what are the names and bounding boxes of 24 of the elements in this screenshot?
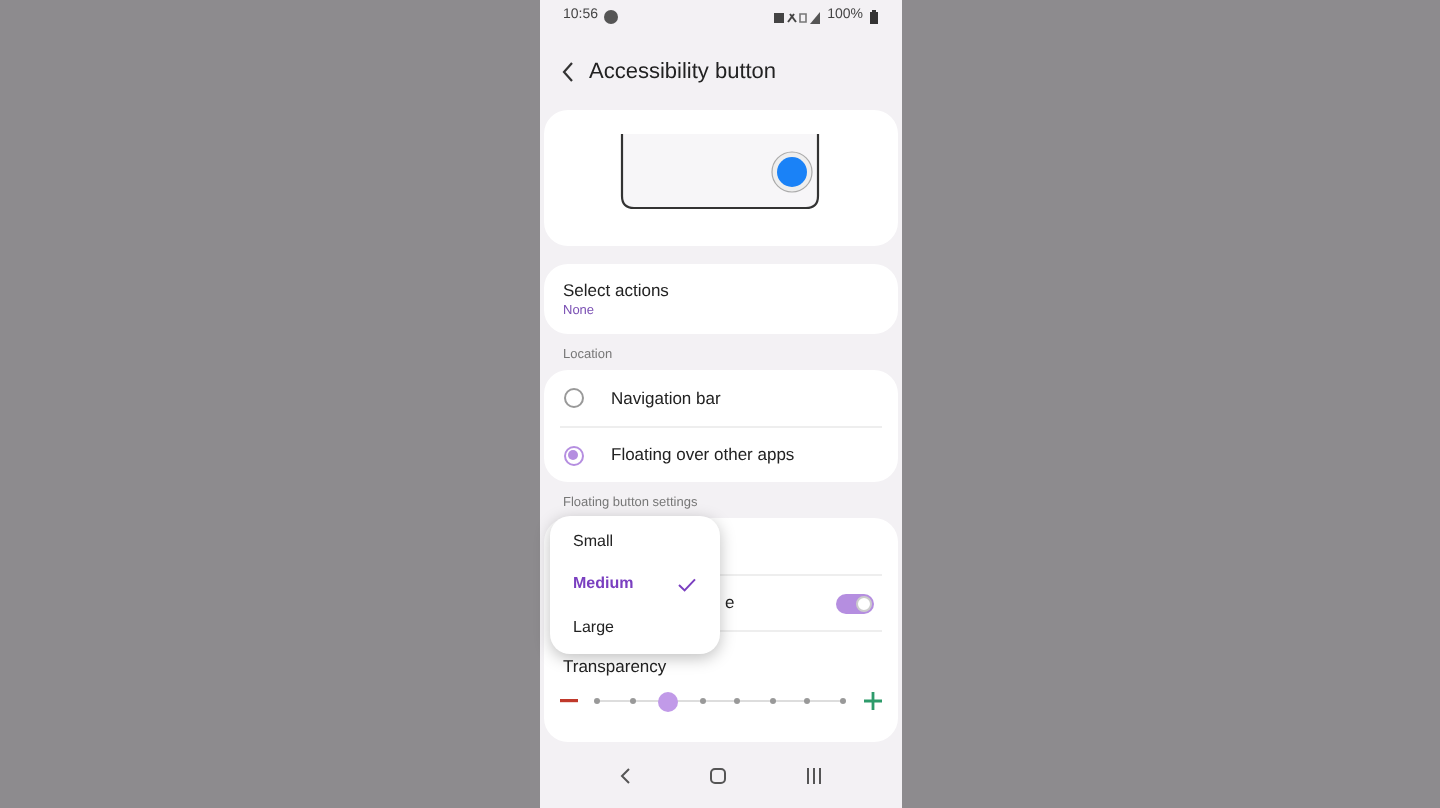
menu-item[interactable]: Medium: [549, 566, 719, 603]
page-title: Accessibility button: [589, 57, 777, 88]
home-nav-icon[interactable]: [709, 767, 725, 783]
plus-icon[interactable]: [863, 692, 881, 711]
radio-button[interactable]: [563, 445, 583, 465]
radio-button[interactable]: [563, 388, 583, 408]
setting-label: Transparency: [563, 654, 667, 680]
item-title: Select actions: [563, 279, 671, 301]
recents-nav-icon[interactable]: [805, 767, 821, 783]
menu-item[interactable]: Large: [549, 610, 719, 647]
minus-icon[interactable]: [559, 698, 577, 705]
option-label: Floating over other apps: [611, 442, 795, 468]
checkmark-icon: [677, 577, 695, 592]
back-icon[interactable]: [561, 62, 573, 82]
option-label: Navigation bar: [611, 385, 721, 411]
setting-label: e: [725, 590, 735, 616]
toggle-switch[interactable]: [835, 593, 873, 613]
battery-icon: [869, 10, 877, 24]
status-icons: [773, 11, 822, 23]
slider-thumb[interactable]: [657, 691, 678, 712]
notification-icon: [604, 10, 619, 24]
slider-track[interactable]: [597, 689, 843, 714]
back-nav-icon[interactable]: [619, 767, 629, 783]
menu-item[interactable]: Small: [549, 523, 719, 560]
